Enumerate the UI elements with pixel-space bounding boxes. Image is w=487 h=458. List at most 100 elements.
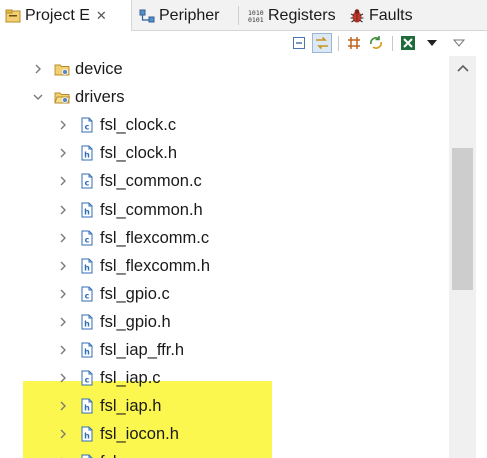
chevron-right-icon[interactable] [56, 259, 70, 273]
tab-project-explorer[interactable]: Project E ✕ [0, 0, 132, 32]
tab-peripherals[interactable]: Peripher [134, 0, 234, 31]
header-file-icon: h [79, 202, 95, 218]
tree-item[interactable]: h fsl_iap_ffr.h [0, 336, 449, 364]
tree-item-label: fsl_gpio.c [100, 284, 170, 303]
tree-item[interactable]: h fsl_iocon.h [0, 420, 449, 448]
chevron-down-icon[interactable] [31, 90, 45, 104]
tree-item-label: fsl_iap.h [100, 397, 162, 416]
c-source-file-icon: c [79, 370, 95, 386]
tree-item-label: device [75, 60, 123, 78]
svg-text:h: h [84, 404, 90, 413]
tree-item-label: fsl_ [100, 452, 126, 458]
tree-item[interactable]: c fsl_ [0, 448, 449, 458]
scroll-up-button[interactable] [449, 56, 476, 80]
svg-text:h: h [84, 432, 90, 441]
chevron-right-icon[interactable] [56, 231, 70, 245]
chevron-right-icon[interactable] [56, 203, 70, 217]
tree-item-label: fsl_iap_ffr.h [100, 341, 185, 359]
filter-button[interactable] [398, 33, 418, 53]
tree-item[interactable]: c fsl_gpio.c [0, 280, 449, 308]
svg-text:0101: 0101 [248, 16, 264, 24]
chevron-right-icon[interactable] [56, 427, 70, 441]
tree-item-label: fsl_common.h [100, 200, 203, 219]
close-icon[interactable]: ✕ [96, 8, 107, 24]
tab-faults[interactable]: Faults [344, 0, 424, 31]
collapse-all-button[interactable] [289, 33, 309, 53]
tree-item-label: fsl_clock.h [100, 144, 178, 163]
svg-text:h: h [84, 263, 90, 272]
c-source-file-icon: c [79, 230, 95, 246]
tree-item[interactable]: device [0, 56, 449, 83]
tree-item[interactable]: c fsl_iap.c [0, 364, 449, 392]
view-menu-icon [427, 40, 437, 46]
tree-item[interactable]: c fsl_common.c [0, 167, 449, 195]
chevron-right-icon[interactable] [56, 315, 70, 329]
tree-item-label: fsl_iocon.h [100, 425, 179, 444]
tree-item-label: fsl_clock.c [100, 116, 177, 135]
toolbar-separator [338, 36, 339, 51]
view-menu-button[interactable] [422, 33, 442, 53]
chevron-right-icon[interactable] [56, 343, 70, 357]
tab-label: Project E [25, 7, 90, 24]
chevron-right-icon[interactable] [56, 118, 70, 132]
project-explorer-icon [5, 9, 21, 23]
tab-label: Peripher [159, 6, 220, 24]
svg-text:c: c [85, 291, 90, 300]
tree-item[interactable]: h fsl_clock.h [0, 139, 449, 167]
filter-icon [401, 36, 415, 50]
svg-text:c: c [85, 179, 90, 188]
project-tree: device drivers c fsl_clock.c h fsl_clock.h c fs… [0, 56, 449, 458]
tab-label: Faults [369, 6, 413, 24]
tree-item-label: fsl_gpio.h [100, 312, 171, 331]
svg-text:c: c [85, 235, 90, 244]
faults-bug-icon [350, 8, 364, 22]
panel-edge [476, 31, 487, 458]
grid-icon [348, 37, 360, 49]
chevron-right-icon[interactable] [56, 287, 70, 301]
folder-icon [54, 61, 70, 77]
svg-text:h: h [84, 319, 90, 328]
minimize-icon [453, 39, 465, 47]
sync-button[interactable] [366, 33, 386, 53]
grid-button[interactable] [344, 33, 364, 53]
chevron-right-icon[interactable] [56, 174, 70, 188]
registers-icon: 1010 0101 [248, 9, 264, 24]
tab-divider [238, 6, 239, 25]
chevron-right-icon[interactable] [31, 62, 45, 76]
header-file-icon: h [79, 314, 95, 330]
tree-item-label: fsl_common.c [100, 172, 202, 191]
tree-item[interactable]: h fsl_iap.h [0, 392, 449, 420]
tree-item[interactable]: c fsl_clock.c [0, 111, 449, 139]
header-file-icon: h [79, 398, 95, 414]
chevron-right-icon[interactable] [56, 399, 70, 413]
minimize-button[interactable] [449, 33, 469, 53]
toolbar-separator [392, 36, 393, 51]
link-with-editor-icon [316, 36, 328, 50]
view-toolbar [0, 31, 487, 56]
header-file-icon: h [79, 342, 95, 358]
svg-text:c: c [85, 123, 90, 132]
link-with-editor-button[interactable] [312, 33, 332, 53]
tab-label: Registers [268, 6, 336, 24]
tree-item[interactable]: drivers [0, 83, 449, 111]
tree-item[interactable]: h fsl_flexcomm.h [0, 252, 449, 280]
tree-item[interactable]: c fsl_flexcomm.c [0, 224, 449, 252]
tree-item[interactable]: h fsl_common.h [0, 196, 449, 224]
tree-item-label: fsl_iap.c [100, 369, 161, 388]
folder-icon [54, 89, 71, 105]
c-source-file-icon: c [79, 173, 95, 189]
tree-item[interactable]: h fsl_gpio.h [0, 308, 449, 336]
chevron-up-icon [456, 64, 469, 72]
header-file-icon: h [79, 258, 95, 274]
view-tab-bar: Project E ✕ Peripher 1010 0101 Registers… [0, 0, 487, 32]
peripherals-icon [139, 9, 155, 22]
header-file-icon: h [79, 145, 95, 161]
tab-registers[interactable]: 1010 0101 Registers [243, 0, 343, 31]
chevron-right-icon[interactable] [56, 371, 70, 385]
chevron-right-icon[interactable] [56, 146, 70, 160]
vertical-scrollbar[interactable] [449, 56, 476, 458]
c-source-file-icon: c [79, 454, 95, 458]
header-file-icon: h [79, 426, 95, 442]
tree-item-label: fsl_flexcomm.c [100, 228, 210, 247]
scrollbar-thumb[interactable] [452, 148, 473, 290]
